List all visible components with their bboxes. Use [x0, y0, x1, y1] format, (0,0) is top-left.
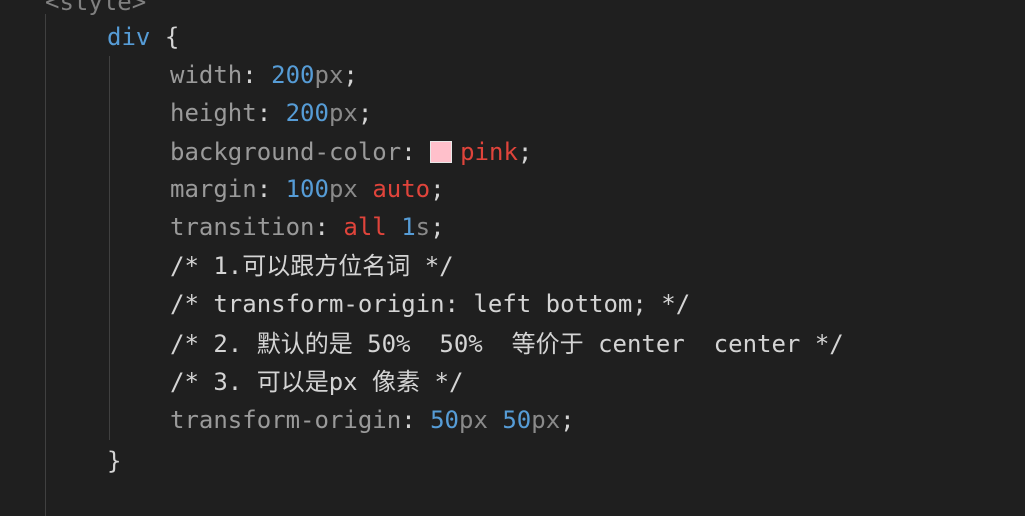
semicolon: ; [560, 406, 575, 434]
transition-declaration: transition: all 1s; [170, 208, 445, 246]
semicolon: ; [517, 138, 533, 166]
number-value: 50 [430, 406, 459, 434]
unit: px [459, 406, 488, 434]
close-brace: } [107, 447, 122, 475]
property-name: height [170, 99, 257, 127]
colon: : [256, 99, 286, 127]
property-name: margin [170, 175, 257, 203]
indent-guide-inner [109, 56, 110, 440]
open-brace: { [164, 23, 180, 51]
unit: px [328, 175, 358, 203]
comment-line-4: /* 3. 可以是px 像素 */ [170, 368, 464, 396]
semicolon: ; [430, 175, 445, 203]
semicolon: ; [343, 61, 358, 89]
colon: : [401, 406, 431, 434]
comment-line-1: /* 1.可以跟方位名词 */ [170, 252, 454, 280]
number-value: 200 [285, 99, 329, 127]
property-name: transition [170, 213, 315, 241]
height-declaration: height: 200px; [170, 94, 372, 132]
number-value: 100 [285, 175, 329, 203]
number-value: 50 [502, 406, 532, 434]
semicolon: ; [357, 99, 373, 127]
colon: : [401, 138, 431, 166]
indent-guide-outer [45, 14, 46, 516]
number-value: 1 [401, 213, 416, 241]
colon: : [314, 213, 344, 241]
semicolon: ; [430, 213, 445, 241]
width-declaration: width: 200px; [170, 56, 358, 94]
keyword-value: pink [460, 138, 518, 166]
property-name: width [170, 61, 243, 89]
colon: : [256, 175, 286, 203]
background-declaration: background-color: pink; [170, 133, 532, 171]
selector: div [107, 23, 151, 51]
comment-line-2: /* transform-origin: left bottom; */ [170, 290, 691, 318]
property-name: transform-origin [170, 406, 402, 434]
unit: px [531, 406, 561, 434]
unit: s [415, 213, 431, 241]
color-swatch[interactable] [430, 141, 453, 163]
code-editor[interactable]: <style> div { width: 200px; height: 200p… [0, 0, 1025, 516]
property-name: background-color [170, 138, 402, 166]
keyword-value: auto [372, 175, 431, 203]
unit: px [314, 61, 344, 89]
transform-origin-declaration: transform-origin: 50px 50px; [170, 401, 575, 439]
colon: : [242, 61, 272, 89]
keyword-value: all [343, 213, 387, 241]
margin-declaration: margin: 100px auto; [170, 170, 445, 208]
unit: px [328, 99, 358, 127]
number-value: 200 [271, 61, 315, 89]
selector-line: div { [107, 18, 179, 56]
comment-line-3: /* 2. 默认的是 50% 50% 等价于 center center */ [170, 330, 844, 358]
